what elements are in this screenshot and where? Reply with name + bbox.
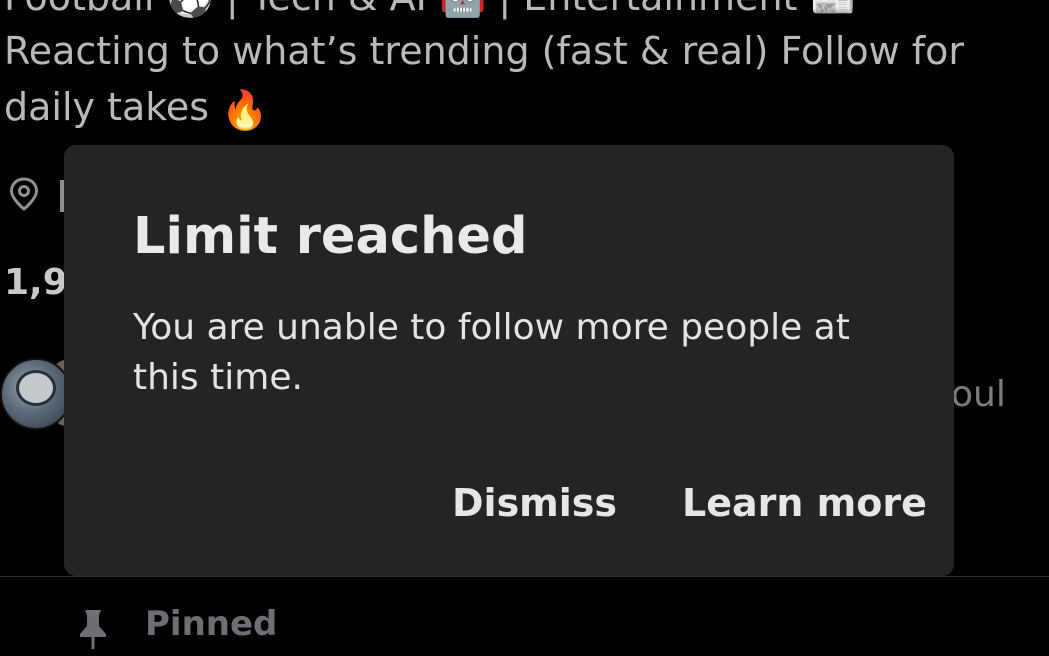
- bio-line-2: Reacting to what’s trending (fast & real…: [4, 29, 965, 73]
- limit-reached-dialog: Limit reached You are unable to follow m…: [64, 145, 954, 576]
- bio-line-3-text: daily takes: [4, 85, 210, 129]
- pinned-label: Pinned: [145, 604, 278, 644]
- fire-emoji: 🔥: [221, 87, 269, 132]
- section-divider: [0, 576, 1049, 577]
- bio-line-1: Football ⚽ | Tech & AI 🤖 | Entertainment…: [4, 0, 857, 20]
- dialog-message: You are unable to follow more people at …: [133, 307, 850, 398]
- location-pin-icon: [9, 177, 39, 211]
- profile-page: Football ⚽ | Tech & AI 🤖 | Entertainment…: [0, 0, 1049, 656]
- followers-you-know-text: oul: [951, 374, 1006, 415]
- learn-more-button[interactable]: Learn more: [682, 481, 927, 525]
- following-count[interactable]: 1,9: [4, 262, 68, 303]
- follower-avatar[interactable]: [0, 358, 72, 430]
- dialog-title: Limit reached: [133, 207, 528, 266]
- bio-line-3: daily takes 🔥: [4, 84, 269, 133]
- pin-icon: [80, 610, 106, 649]
- avatar-image: [16, 370, 56, 406]
- dismiss-button[interactable]: Dismiss: [452, 481, 617, 525]
